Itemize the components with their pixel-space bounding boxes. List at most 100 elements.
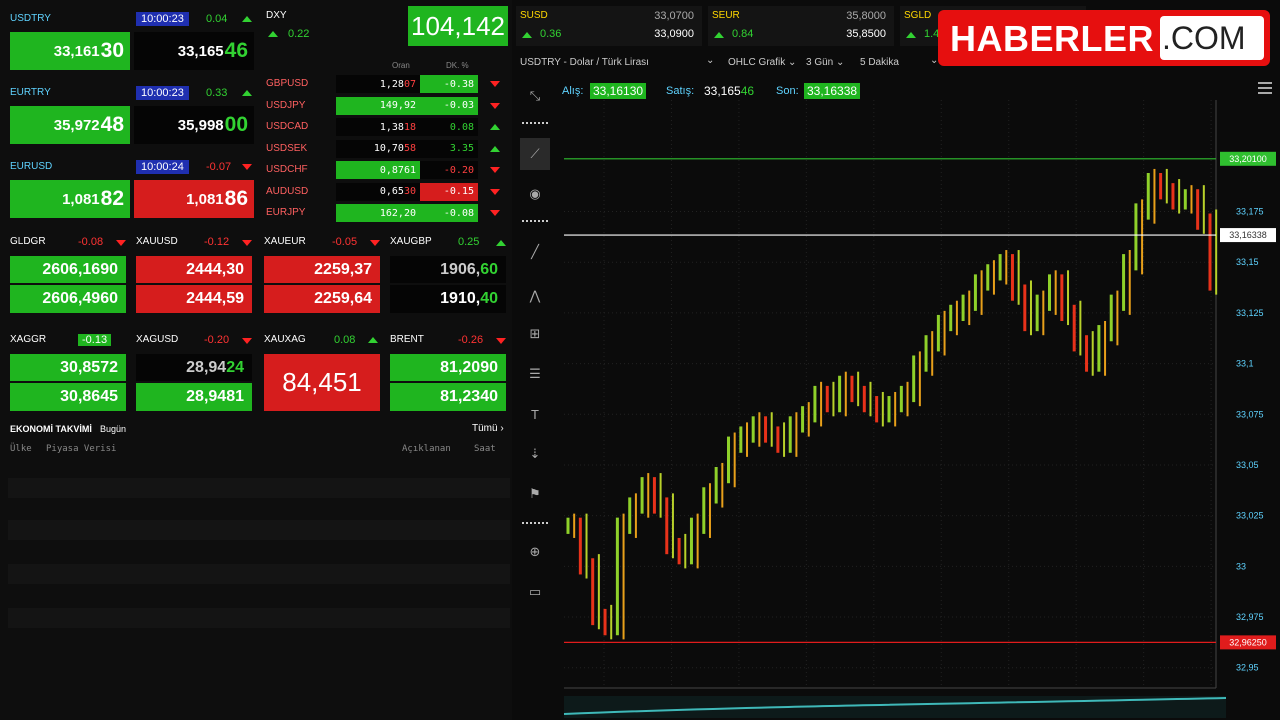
down-arrow-icon — [242, 240, 252, 246]
down-arrow-icon — [242, 338, 252, 344]
up-arrow-icon — [522, 32, 532, 38]
quote-symbol: XAGGR — [10, 334, 47, 345]
cross-row-gbpusd[interactable]: GBPUSD 1,28 07 -0.38 — [262, 74, 510, 94]
dxy-panel[interactable]: DXY 0.22 104,142 — [260, 6, 510, 46]
col-announced: Açıklanan — [402, 444, 451, 454]
price-chart[interactable]: 08:0016:0030. Tem08:0016:0031. Tem08:001… — [556, 100, 1280, 720]
eye-icon[interactable]: ◉ — [522, 184, 548, 204]
quote-xaugbp[interactable]: XAUGBP 0.25 1906, 60 1910, 40 — [388, 234, 508, 316]
change-value: 3.35 — [449, 143, 474, 154]
fx-time: 10:00:24 — [136, 160, 189, 174]
calendar-all-link[interactable]: Tümü › — [472, 423, 504, 434]
calendar-sub: Bugün — [100, 424, 127, 434]
divider — [522, 220, 548, 222]
bid-label: Alış: — [562, 85, 584, 97]
cross-row-audusd[interactable]: AUDUSD 0,65 30 -0.15 — [262, 182, 510, 202]
ask-pip: 86 — [224, 187, 248, 210]
ask-main: 28,9481 — [186, 388, 244, 405]
cross-rate: 0,8761 — [336, 161, 420, 179]
chevron-down-icon[interactable]: ⌄ — [930, 55, 938, 66]
quote-symbol: XAUUSD — [136, 236, 178, 247]
up-arrow-icon — [242, 16, 252, 22]
fx-row-eurusd[interactable]: EURUSD 10:00:24 -0.07 1,081 82 1,081 86 — [8, 154, 254, 220]
zoom-icon[interactable]: ⊕ — [522, 542, 548, 562]
quote-xauusd[interactable]: XAUUSD -0.12 2444, 30 2444, 59 — [134, 234, 254, 316]
ticker-change: 1.4 — [924, 28, 940, 40]
divider — [522, 122, 548, 124]
quote-xaggr[interactable]: XAGGR -0.13 30,8572 30,8645 — [8, 332, 128, 414]
chart-range: 3 Gün — [806, 57, 834, 68]
up-arrow-icon — [714, 32, 724, 38]
ticker-susd[interactable]: SUSD 0.36 33,0700 33,0900 — [516, 6, 702, 46]
quote-bid: 81,2090 — [390, 354, 506, 381]
bid-main: 81,2090 — [440, 358, 498, 376]
ask-main: 2444, — [186, 290, 227, 307]
bid-main: 2444, — [186, 260, 227, 278]
change-value: -0.38 — [443, 78, 474, 90]
quote-change: -0.12 — [204, 236, 230, 248]
col-market-data: Piyasa Verisi — [46, 444, 117, 454]
chart-mode-select[interactable]: OHLC Grafik ⌄ — [728, 57, 796, 68]
marker-label: 32,96250 — [1229, 637, 1267, 647]
ask-pip: 00 — [224, 113, 248, 136]
divider — [522, 522, 548, 524]
ask-main: 35,998 — [177, 116, 224, 134]
quote-ask: 1910, 40 — [390, 285, 506, 313]
ask-main: 2259, — [314, 290, 355, 307]
cross-row-usdcad[interactable]: USDCAD 1,38 18 0.08 — [262, 117, 510, 137]
up-arrow-icon — [490, 124, 500, 130]
quote-ask: 2259, 64 — [264, 285, 380, 313]
economic-calendar: EKONOMİ TAKVİMİ Bugün Tümü › Ülke Piyasa… — [0, 418, 512, 720]
quote-change: 0.25 — [458, 236, 480, 248]
quote-symbol: XAUEUR — [264, 236, 306, 247]
ask-pip: 40 — [480, 290, 498, 307]
cross-row-usdsek[interactable]: USDSEK 10,70 58 3.35 — [262, 139, 510, 159]
up-arrow-icon — [490, 145, 500, 152]
rate-pip: 30 — [403, 186, 416, 197]
fx-symbol: EURUSD — [10, 161, 53, 172]
chart-range-select[interactable]: 3 Gün ⌄ — [806, 57, 844, 68]
quote-ask: 81,2340 — [390, 383, 506, 411]
fx-row-usdtry[interactable]: USDTRY 10:00:23 0.04 33,161 30 33,165 46 — [8, 6, 254, 72]
y-tick-label: 33,175 — [1236, 207, 1264, 217]
chart-interval-select[interactable]: 5 Dakika — [860, 57, 899, 68]
cross-row-eurjpy[interactable]: EURJPY 162,20 -0.08 — [262, 203, 510, 223]
flag-icon[interactable]: ⚑ — [522, 484, 548, 504]
bid-pip: 37 — [354, 260, 372, 278]
cross-row-usdjpy[interactable]: USDJPY 149,92 -0.03 — [262, 96, 510, 116]
quote-gldgr[interactable]: GLDGR -0.08 2606, 1690 2606, 4960 — [8, 234, 128, 316]
text-tool-icon[interactable]: T — [522, 404, 548, 424]
ask-main: 33,165 — [177, 42, 224, 60]
header-rate: Oran — [392, 61, 410, 70]
quote-change: -0.13 — [78, 334, 112, 346]
ticker-change: 0.36 — [540, 28, 562, 40]
ticker-seur[interactable]: SEUR 0.84 35,8000 35,8500 — [708, 6, 894, 46]
quote-brent[interactable]: BRENT -0.26 81,2090 81,2340 — [388, 332, 508, 414]
chevron-down-icon[interactable]: ⌄ — [706, 55, 714, 66]
cross-row-usdchf[interactable]: USDCHF 0,8761 -0.20 — [262, 160, 510, 180]
bid-pip: 24 — [226, 358, 244, 376]
cross-symbol: GBPUSD — [266, 78, 309, 89]
drawing-toolbar: ⤡ ⟋ ◉ ╱ ⋀ ⊞ ☰ T ⇣ ⚑ ⊕ ▭ — [518, 82, 552, 612]
folder-icon[interactable]: ▭ — [522, 582, 548, 602]
grid-tool-icon[interactable]: ⊞ — [522, 324, 548, 344]
fx-bid: 35,972 48 — [10, 106, 130, 144]
fx-symbol: EURTRY — [10, 87, 51, 98]
pitchfork-icon[interactable]: ⋀ — [522, 286, 548, 306]
quote-xaueur[interactable]: XAUEUR -0.05 2259, 37 2259, 64 — [262, 234, 382, 316]
crosshair-icon[interactable]: ⤡ — [522, 86, 548, 106]
dxy-symbol: DXY — [266, 10, 287, 21]
bid-main: 28,94 — [186, 358, 227, 376]
xauxag-panel[interactable]: XAUXAG 0.08 84,451 — [262, 332, 384, 414]
down-arrow-icon — [490, 102, 500, 109]
fibonacci-icon[interactable]: ☰ — [522, 364, 548, 384]
fx-row-eurtry[interactable]: EURTRY 10:00:23 0.33 35,972 48 35,998 00 — [8, 80, 254, 146]
line-tool-icon[interactable]: ⟋ — [520, 138, 550, 170]
trend-line-icon[interactable]: ╱ — [522, 242, 548, 262]
y-tick-label: 32,95 — [1236, 663, 1259, 673]
fx-change: 0.33 — [206, 87, 228, 99]
menu-icon[interactable] — [1258, 82, 1272, 94]
ask-pip: 4960 — [82, 290, 118, 307]
quote-xagusd[interactable]: XAGUSD -0.20 28,94 24 28,9481 — [134, 332, 254, 414]
measure-icon[interactable]: ⇣ — [522, 444, 548, 464]
